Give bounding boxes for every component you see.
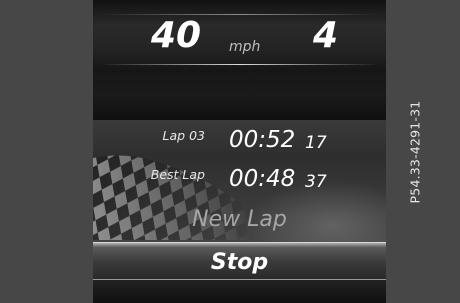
best-lap-fraction: 37 xyxy=(305,172,327,192)
best-lap-time: 00:48 xyxy=(229,166,296,192)
lap-timer-panel: Lap 03 00:52 17 Best Lap 00:48 37 New La… xyxy=(93,120,386,242)
speed-value: 40 xyxy=(151,15,202,56)
left-margin xyxy=(0,0,93,303)
stop-button-label: Stop xyxy=(210,250,269,275)
best-lap-label: Best Lap xyxy=(150,167,205,182)
gear-indicator: 4 xyxy=(313,15,339,56)
bottom-band xyxy=(93,280,386,303)
figure-code: P54.33-4291-31 xyxy=(407,100,423,204)
current-lap-fraction: 17 xyxy=(305,133,327,153)
status-bar: 40 mph 4 xyxy=(93,0,386,72)
stop-button[interactable]: Stop xyxy=(93,242,386,280)
divider xyxy=(101,64,378,65)
spacer-band xyxy=(93,72,386,120)
right-margin xyxy=(386,0,460,303)
current-lap-label: Lap 03 xyxy=(162,128,205,143)
new-lap-button[interactable]: New Lap xyxy=(93,207,386,232)
current-lap-time: 00:52 xyxy=(229,127,296,153)
speed-unit: mph xyxy=(229,39,261,55)
display-screen: 40 mph 4 Lap 03 00:52 17 Best Lap 00:48 … xyxy=(93,0,386,303)
